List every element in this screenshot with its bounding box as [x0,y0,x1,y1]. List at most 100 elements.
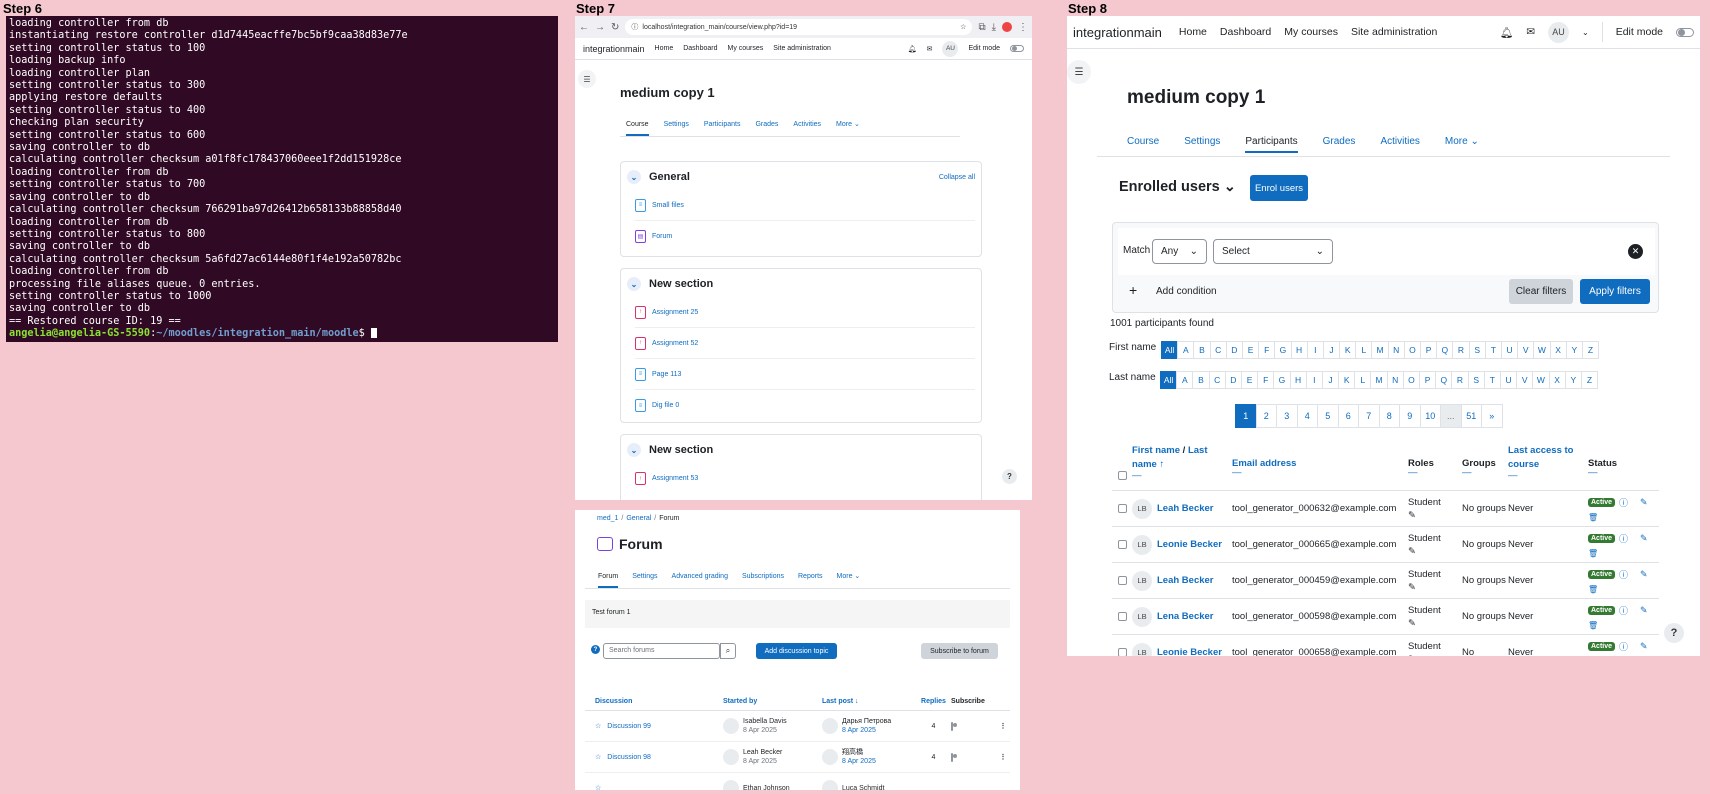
star-icon[interactable]: ☆ [595,784,601,790]
initial-filter-button[interactable]: V [1516,371,1534,389]
enrolment-info-icon[interactable]: ⓘ [1619,604,1628,617]
initial-filter-button[interactable]: T [1483,371,1501,389]
star-icon[interactable]: ☆ [595,753,601,761]
initial-filter-button[interactable]: C [1208,371,1226,389]
initial-filter-button[interactable]: L [1354,371,1372,389]
initial-filter-button[interactable]: M [1370,371,1388,389]
help-info-icon[interactable]: ? [591,645,600,654]
activity-item[interactable]: ↑ Assignment 52 [635,328,975,359]
initial-filter-button[interactable]: B [1192,371,1210,389]
nav-site-admin[interactable]: Site administration [773,45,831,52]
initial-filter-button[interactable]: E [1240,371,1259,389]
initial-filter-button[interactable]: D [1224,371,1242,389]
sort-last-name-line2[interactable]: name ↑ [1132,459,1164,470]
tab-item[interactable]: Subscriptions [742,567,784,587]
enrolment-info-icon[interactable]: ⓘ [1619,640,1628,653]
subscribe-toggle[interactable] [951,721,953,731]
row-checkbox[interactable] [1117,648,1127,656]
initial-filter-button[interactable]: R [1452,341,1470,359]
chevron-down-icon[interactable]: ⌄ [1582,28,1589,37]
initial-filter-button[interactable]: O [1403,341,1421,359]
initial-filter-button[interactable]: Y [1565,341,1583,359]
help-button[interactable]: ? [1664,623,1684,643]
breadcrumb-item[interactable]: General [626,515,651,522]
sort-last-access[interactable]: Last access to course [1508,445,1573,470]
edit-roles-pencil-icon[interactable]: ✎ [1408,582,1416,593]
nav-my-courses[interactable]: My courses [1284,26,1338,38]
star-icon[interactable]: ☆ [595,722,601,730]
site-brand[interactable]: integrationmain [583,44,645,54]
page-link[interactable]: 8 [1378,404,1400,428]
edit-enrolment-pencil-icon[interactable]: ✎ [1640,533,1648,544]
tab-item[interactable]: Reports [798,567,823,587]
last-post-date[interactable]: 8 Apr 2025 [842,757,876,766]
participant-name-link[interactable]: Leah Becker [1157,503,1214,514]
activity-link[interactable]: Assignment 52 [652,340,698,347]
activity-item[interactable]: ↑ Assignment 53 [635,463,975,494]
initial-filter-button[interactable]: F [1257,371,1275,389]
select-all-checkbox[interactable] [1117,471,1127,480]
participant-name-link[interactable]: Leonie Becker [1157,647,1222,656]
tab-item[interactable]: Course [1127,132,1159,152]
enrolled-users-heading[interactable]: Enrolled users ⌄ [1119,179,1236,195]
browser-menu-icon[interactable]: ⋮ [1018,22,1028,33]
course-index-drawer-icon[interactable]: ☰ [1067,60,1091,84]
page-link[interactable]: 5 [1317,404,1339,428]
unenrol-trash-icon[interactable]: 🗑︎ [1588,549,1659,558]
collapse-all-link[interactable]: Collapse all [939,174,975,181]
help-button[interactable]: ? [1002,469,1017,484]
edit-enrolment-pencil-icon[interactable]: ✎ [1640,605,1648,616]
subscribe-toggle[interactable] [951,752,953,762]
initial-filter-button[interactable]: X [1548,371,1566,389]
initial-filter-button[interactable]: All [1161,341,1179,359]
participant-name-link[interactable]: Lena Becker [1157,611,1214,622]
row-checkbox[interactable] [1117,540,1127,549]
initial-filter-button[interactable]: P [1419,371,1437,389]
tab-item[interactable]: More ⌄ [1445,132,1479,152]
tab-item[interactable]: Grades [755,115,778,135]
apply-filters-button[interactable]: Apply filters [1580,279,1650,304]
remove-condition-icon[interactable]: ✕ [1628,244,1643,259]
edit-mode-toggle[interactable] [1676,27,1694,37]
page-link[interactable]: 2 [1255,404,1277,428]
section-collapse-chevron-icon[interactable]: ⌄ [627,443,641,457]
back-icon[interactable]: ← [579,22,589,33]
initial-filter-button[interactable]: G [1273,371,1291,389]
edit-roles-pencil-icon[interactable]: ✎ [1408,510,1416,521]
hide-column-icon[interactable]: — [1232,468,1408,478]
row-actions-icon[interactable]: ⋮ [996,722,1010,730]
last-post-author[interactable]: Luca Schmidt [842,784,884,791]
reload-icon[interactable]: ↻ [611,22,619,33]
last-post-date[interactable]: 8 Apr 2025 [842,726,891,735]
add-condition-button[interactable]: Add condition [1156,286,1217,297]
participant-name-link[interactable]: Leah Becker [1157,575,1214,586]
col-replies[interactable]: Replies [916,698,951,705]
initial-filter-button[interactable]: N [1387,341,1405,359]
tab-item[interactable]: Course [626,115,649,136]
last-post-author[interactable]: Дарья Петрова [842,717,891,726]
edit-mode-toggle[interactable] [1010,45,1024,52]
initial-filter-button[interactable]: Z [1581,341,1600,359]
row-checkbox[interactable] [1117,504,1127,513]
col-last-post[interactable]: Last post ↓ [822,698,916,705]
starter-name[interactable]: Isabella Davis [743,717,787,726]
row-checkbox[interactable] [1117,576,1127,585]
activity-link[interactable]: Forum [652,233,672,240]
initial-filter-button[interactable]: O [1402,371,1420,389]
enrolment-info-icon[interactable]: ⓘ [1619,532,1628,545]
section-collapse-chevron-icon[interactable]: ⌄ [627,170,641,184]
discussion-link[interactable]: Discussion 98 [607,754,651,761]
initial-filter-button[interactable]: Y [1564,371,1582,389]
enrolment-info-icon[interactable]: ⓘ [1619,496,1628,509]
row-checkbox[interactable] [1117,612,1127,621]
extensions-icon[interactable]: ⧉ [978,22,985,33]
filter-type-select[interactable]: Select ⌄ [1213,239,1333,264]
initial-filter-button[interactable]: C [1209,341,1227,359]
activity-link[interactable]: Small files [652,202,684,209]
initial-filter-button[interactable]: P [1420,341,1438,359]
initial-filter-button[interactable]: J [1321,371,1340,389]
tab-item[interactable]: Settings [632,567,657,587]
tab-item[interactable]: Forum [598,567,619,588]
starter-name[interactable]: Ethan Johnson [743,784,790,791]
activity-item[interactable]: ≡ Dig file 0 [635,390,975,421]
